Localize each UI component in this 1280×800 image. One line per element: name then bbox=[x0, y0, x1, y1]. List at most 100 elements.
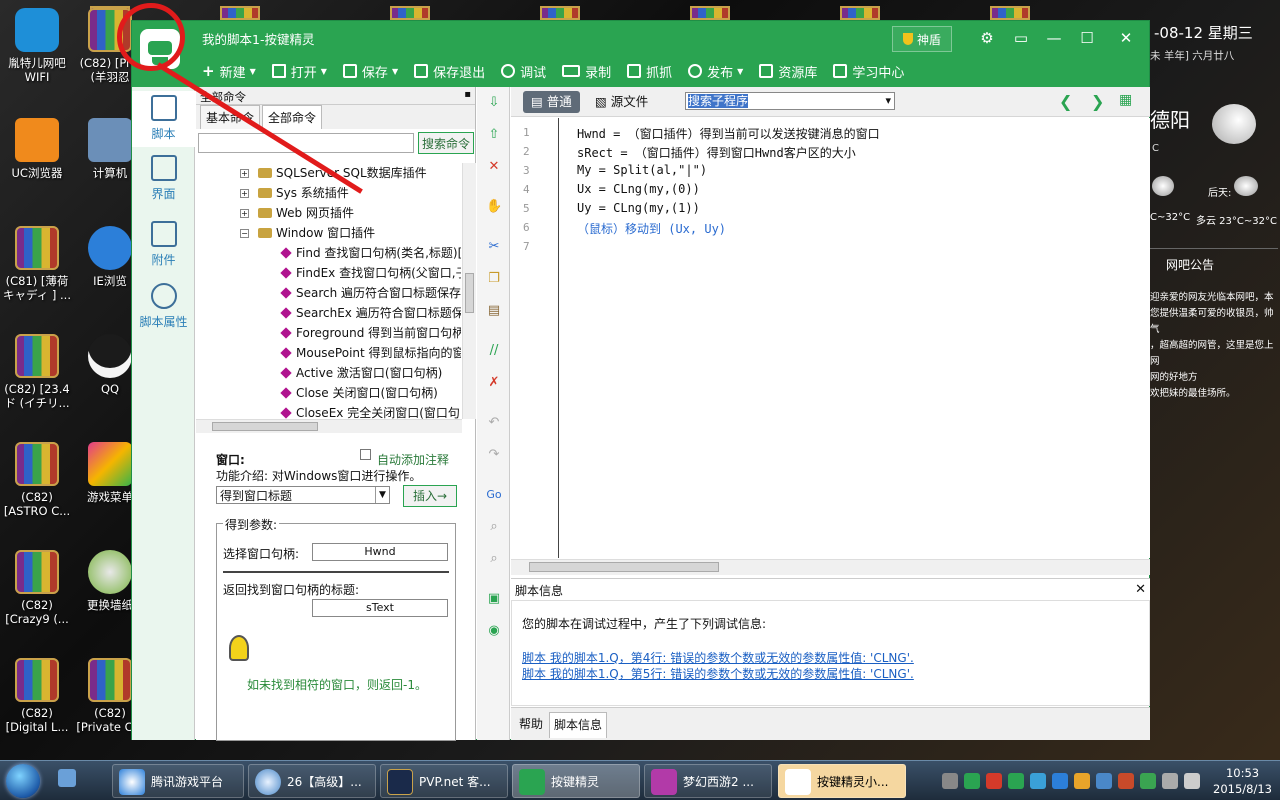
task-tencent-games[interactable]: 腾讯游戏平台 bbox=[112, 764, 244, 798]
new-button[interactable]: + 新建 ▼ bbox=[202, 59, 256, 83]
tree-item[interactable]: Search 遍历符合窗口标题保存 bbox=[196, 283, 461, 303]
tree-item[interactable]: − Window 窗口插件 bbox=[196, 223, 461, 243]
learn-center-button[interactable]: 学习中心 bbox=[833, 59, 904, 83]
comment-icon[interactable]: // bbox=[486, 343, 502, 359]
tree-horizontal-scrollbar[interactable] bbox=[196, 419, 462, 433]
start-button[interactable] bbox=[6, 764, 40, 798]
tree-item[interactable]: FindEx 查找窗口句柄(父窗口,子 bbox=[196, 263, 461, 283]
code-line[interactable]: Hwnd = （窗口插件）得到当前可以发送按键消息的窗口 bbox=[577, 125, 880, 142]
capture-button[interactable]: 抓抓 bbox=[627, 59, 672, 83]
delete-icon[interactable]: ✕ bbox=[486, 159, 502, 175]
arrow-left-icon[interactable]: ❮ bbox=[1059, 92, 1072, 111]
search-command-button[interactable]: 搜索命令 bbox=[418, 132, 474, 154]
undo-icon[interactable]: ↶ bbox=[486, 415, 502, 431]
cut-icon[interactable]: ✂ bbox=[486, 239, 502, 255]
tray-app-icon[interactable] bbox=[1074, 773, 1090, 789]
insert-button[interactable]: 插入→ bbox=[403, 485, 457, 507]
close-icon[interactable]: ✕ bbox=[1135, 582, 1146, 597]
library-button[interactable]: 资源库 bbox=[759, 59, 817, 83]
debug-button[interactable]: 调试 bbox=[501, 59, 546, 83]
maximize-button[interactable]: ☐ bbox=[1072, 25, 1102, 51]
code-line[interactable]: （鼠标）移动到 (Ux, Uy) bbox=[577, 220, 726, 237]
tree-item[interactable]: Foreground 得到当前窗口句柄 bbox=[196, 323, 461, 343]
clock[interactable]: 10:53 2015/8/13 bbox=[1213, 765, 1272, 797]
tree-item[interactable]: Active 激活窗口(窗口句柄) bbox=[196, 363, 461, 383]
tree-item[interactable]: Find 查找窗口句柄(类名,标题)[ bbox=[196, 243, 461, 263]
editor-horizontal-scrollbar[interactable] bbox=[511, 559, 1150, 575]
nav-script-properties[interactable]: 脚本属性 bbox=[132, 283, 195, 330]
desktop-icon-archive[interactable]: (C82) [Crazy9 (... bbox=[1, 550, 73, 626]
paste-icon[interactable]: ▤ bbox=[486, 303, 502, 319]
volume-icon[interactable] bbox=[1184, 773, 1200, 789]
shield-button[interactable]: 神盾 bbox=[892, 26, 952, 52]
layout-icon[interactable]: ▦ bbox=[1119, 92, 1132, 108]
save-button[interactable]: 保存 ▼ bbox=[342, 59, 398, 83]
anjian-tray-icon[interactable] bbox=[964, 773, 980, 789]
desktop-icon-archive[interactable]: (C82) [Digital L... bbox=[1, 658, 73, 734]
code-line[interactable]: My = Split(al,"|") bbox=[577, 163, 707, 177]
open-button[interactable]: 打开 ▼ bbox=[271, 59, 327, 83]
settings-button[interactable]: ⚙ bbox=[972, 25, 1002, 51]
title-bar[interactable]: 我的脚本1-按键精灵 神盾 ⚙ ▭ — ☐ ✕ + 新建 ▼ 打开 ▼ 保存 ▼ 保存退… bbox=[132, 21, 1149, 87]
nav-ui[interactable]: 界面 bbox=[132, 155, 195, 202]
tray-app-icon[interactable] bbox=[1008, 773, 1024, 789]
code-editor[interactable]: 1 2 3 4 5 6 7 Hwnd = （窗口插件）得到当前可以发送按键消息的… bbox=[511, 118, 1150, 558]
replace-icon[interactable]: ⌕ bbox=[486, 551, 502, 567]
task-browser[interactable]: 26【高级】... bbox=[248, 764, 376, 798]
nav-script[interactable]: 脚本 bbox=[132, 91, 195, 147]
minimize-button[interactable]: — bbox=[1039, 25, 1069, 51]
shield-icon[interactable] bbox=[1140, 773, 1156, 789]
tray-app-icon[interactable] bbox=[1118, 773, 1134, 789]
tab-all-commands[interactable]: 全部命令 bbox=[262, 105, 323, 129]
display-icon[interactable] bbox=[1096, 773, 1112, 789]
redo-icon[interactable]: ↷ bbox=[486, 447, 502, 463]
copy-icon[interactable]: ❐ bbox=[486, 271, 502, 287]
network-icon[interactable] bbox=[1052, 773, 1068, 789]
param1-input[interactable]: Hwnd bbox=[312, 543, 448, 561]
tree-item[interactable]: CloseEx 完全关闭窗口(窗口句 bbox=[196, 403, 461, 419]
desktop-icon-archive[interactable]: (C81) [薄荷キャディ ] ... bbox=[1, 226, 73, 302]
uncomment-icon[interactable]: ✗ bbox=[486, 375, 502, 391]
param2-input[interactable]: sText bbox=[312, 599, 448, 617]
command-search-input[interactable] bbox=[198, 133, 414, 153]
code-line[interactable]: Uy = CLng(my,(1)) bbox=[577, 201, 700, 215]
tree-item[interactable]: SearchEx 遍历符合窗口标题保 bbox=[196, 303, 461, 323]
record-button[interactable]: 录制 bbox=[562, 59, 611, 83]
variable-icon[interactable]: ▣ bbox=[486, 591, 502, 607]
tree-item[interactable]: + Sys 系统插件 bbox=[196, 183, 461, 203]
tray-app-icon[interactable] bbox=[986, 773, 1002, 789]
tree-item[interactable]: Close 关闭窗口(窗口句柄) bbox=[196, 383, 461, 403]
task-anjian[interactable]: 按键精灵 bbox=[512, 764, 640, 798]
tree-item[interactable]: + Web 网页插件 bbox=[196, 203, 461, 223]
tab-script-info[interactable]: 脚本信息 bbox=[549, 712, 608, 738]
wifi-icon[interactable] bbox=[1030, 773, 1046, 789]
tree-vertical-scrollbar[interactable] bbox=[462, 163, 476, 419]
hand-icon[interactable]: ✋ bbox=[486, 199, 502, 215]
mode-normal-button[interactable]: ▤ 普通 bbox=[523, 91, 580, 113]
tab-help[interactable]: 帮助 bbox=[515, 712, 547, 738]
code-line[interactable]: Ux = CLng(my,(0)) bbox=[577, 182, 700, 196]
task-pvp-net[interactable]: PVP.net 客... bbox=[380, 764, 508, 798]
tree-item[interactable]: MousePoint 得到鼠标指向的窗 bbox=[196, 343, 461, 363]
desktop-icon-wifi[interactable]: 胤特儿网吧WIFI bbox=[1, 8, 73, 84]
keyboard-icon[interactable] bbox=[942, 773, 958, 789]
close-button[interactable]: ✕ bbox=[1111, 25, 1141, 51]
error-link[interactable]: 脚本 我的脚本1.Q，第5行: 错误的参数个数或无效的参数属性值: 'CLNG'… bbox=[522, 665, 914, 682]
mode-source-button[interactable]: ▧ 源文件 bbox=[587, 91, 656, 113]
desktop-icon-archive[interactable]: (C82) [ASTRO C... bbox=[1, 442, 73, 518]
goto-icon[interactable]: Go bbox=[486, 487, 502, 503]
command-select[interactable]: 得到窗口标题 ▼ bbox=[216, 486, 390, 504]
find-icon[interactable]: ⌕ bbox=[486, 519, 502, 535]
desktop-icon-archive[interactable]: (C82) [23.4 ド (イチリ... bbox=[1, 334, 73, 410]
quick-launch-icon[interactable] bbox=[58, 769, 76, 787]
desktop-icon-uc-browser[interactable]: UC浏览器 bbox=[1, 118, 73, 180]
move-up-icon[interactable]: ⇧ bbox=[486, 127, 502, 143]
skin-button[interactable]: ▭ bbox=[1006, 25, 1036, 51]
code-line[interactable]: sRect = （窗口插件）得到窗口Hwnd客户区的大小 bbox=[577, 144, 856, 161]
nav-attachment[interactable]: 附件 bbox=[132, 221, 195, 268]
pin-icon[interactable]: ▪ bbox=[464, 89, 471, 100]
eye-icon[interactable]: ◉ bbox=[486, 623, 502, 639]
flag-icon[interactable] bbox=[1162, 773, 1178, 789]
publish-button[interactable]: 发布 ▼ bbox=[688, 59, 743, 83]
save-exit-button[interactable]: 保存退出 bbox=[414, 59, 485, 83]
